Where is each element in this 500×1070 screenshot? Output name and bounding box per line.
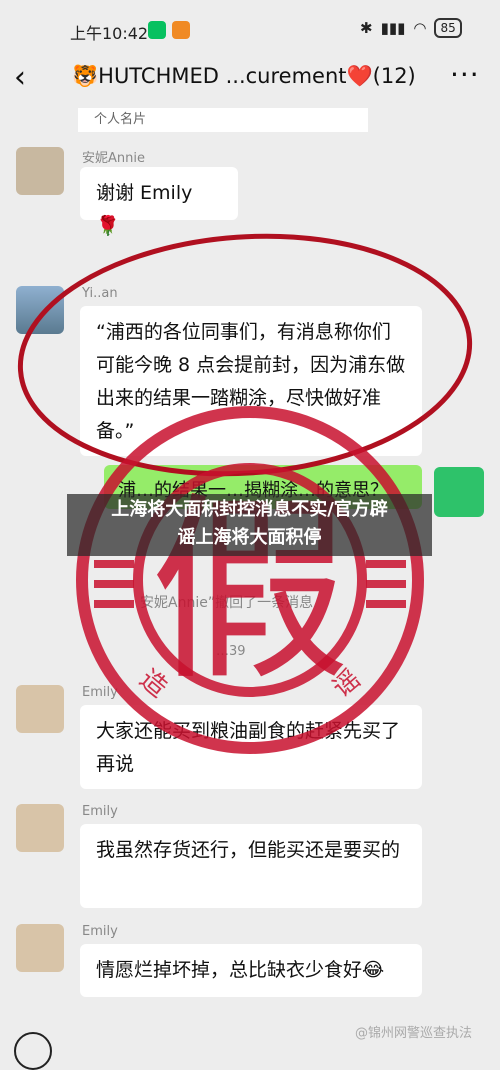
message-bubble[interactable]: 大家还能买到粮油副食的赶紧先买了再说 [80,705,422,789]
headline-text: 上海将大面积封控消息不实/官方辟 谣上海将大面积停 [67,496,432,552]
app-notification-icon [172,21,190,39]
message-bubble[interactable]: 情愿烂掉坏掉，总比缺衣少食好😂 [80,944,422,997]
avatar[interactable] [16,286,64,334]
signal-icon: ▮▮▮ [380,19,406,37]
voice-input-icon[interactable] [14,1032,52,1070]
avatar[interactable] [16,924,64,972]
chat-header: ‹ 🐯HUTCHMED ...curement❤️(12) ··· [0,58,500,98]
message-bubble[interactable]: 我虽然存货还行，但能买还是要买的 [80,824,422,908]
message-bubble[interactable]: “浦西的各位同事们，有消息称你们可能今晚 8 点会提前封，因为浦东做出来的结果一… [80,306,422,456]
message-timestamp: …39 [216,644,246,659]
wechat-notification-icon [148,21,166,39]
bluetooth-icon: ✱ [360,19,373,37]
recall-notice: 安妮Annie”撤回了一条消息 [140,595,314,611]
watermark: @锦州网警巡查执法 [355,1026,473,1041]
message-bubble[interactable]: 谢谢 Emily 🌹 [80,167,238,237]
chat-title: 🐯HUTCHMED ...curement❤️(12) [72,64,416,88]
chat-area[interactable]: 个人名片 安妮Annie 谢谢 Emily 🌹 Yi..an “浦西的各位同事们… [0,100,500,1049]
avatar[interactable] [16,804,64,852]
sender-name: 安妮Annie [82,151,145,166]
self-avatar[interactable] [434,467,484,517]
headline-line-1: 上海将大面积封控消息不实/官方辟 [111,499,388,520]
sender-name: Yi..an [82,286,118,301]
sender-name: Emily [82,924,118,939]
battery-icon: 85 [434,18,462,38]
back-icon[interactable]: ‹ [14,60,26,95]
sender-name: Emily [82,685,118,700]
sender-name: Emily [82,804,118,819]
more-icon[interactable]: ··· [450,58,480,91]
status-time: 上午10:42 [70,24,149,43]
status-bar: 上午10:42 ✱ ▮▮▮ ◠ 85 [0,0,500,58]
headline-line-2: 谣上海将大面积停 [177,527,322,548]
contact-card[interactable]: 个人名片 [78,108,368,132]
avatar[interactable] [16,147,64,195]
status-right: ✱ ▮▮▮ ◠ 85 [360,18,462,38]
wifi-icon: ◠ [413,19,427,37]
avatar[interactable] [16,685,64,733]
